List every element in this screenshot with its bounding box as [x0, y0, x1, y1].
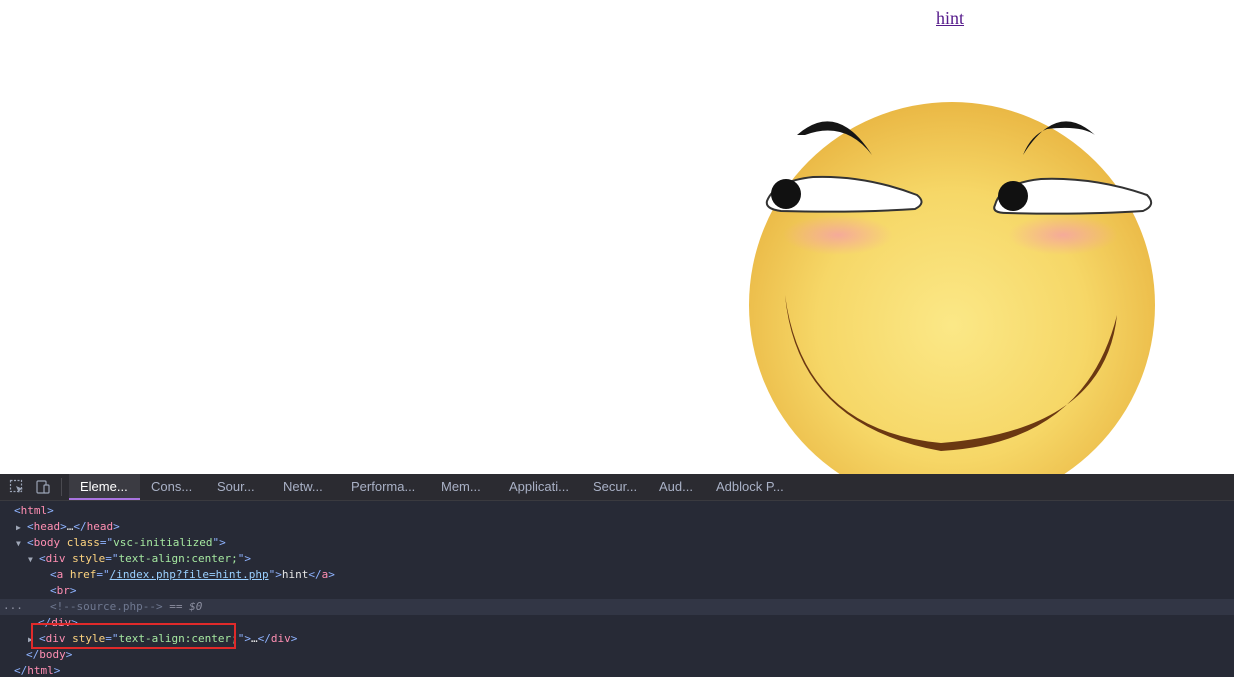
- red-highlight-box: [31, 623, 236, 649]
- tab-performance[interactable]: Performa...: [340, 474, 426, 500]
- tab-adblock[interactable]: Adblock P...: [705, 474, 795, 500]
- smiley-face-image: [749, 102, 1155, 474]
- expand-triangle-icon[interactable]: ▶: [16, 520, 27, 536]
- inspect-element-icon[interactable]: [8, 478, 26, 496]
- href-link[interactable]: /index.php?file=hint.php: [110, 568, 269, 581]
- page-viewport: hint: [0, 0, 1234, 474]
- tab-console[interactable]: Cons...: [140, 474, 203, 500]
- dom-node-html[interactable]: <html>: [0, 503, 1234, 519]
- tab-application[interactable]: Applicati...: [498, 474, 580, 500]
- dom-node-div[interactable]: ▼ <div style="text-align:center;">: [0, 551, 1234, 567]
- tab-network[interactable]: Netw...: [272, 474, 334, 500]
- dom-node-head[interactable]: ▶ <head>…</head>: [0, 519, 1234, 535]
- tab-elements[interactable]: Eleme...: [69, 474, 140, 500]
- dom-node-a[interactable]: <a href="/index.php?file=hint.php">hint<…: [0, 567, 1234, 583]
- devtools-toolbar: Eleme... Cons... Sour... Netw... Perform…: [0, 474, 1234, 501]
- collapse-triangle-icon[interactable]: ▼: [16, 536, 27, 552]
- tab-sources[interactable]: Sour...: [206, 474, 266, 500]
- dom-node-comment[interactable]: <!--source.php--> == $0: [0, 599, 1234, 615]
- dom-node-body[interactable]: ▼ <body class="vsc-initialized">: [0, 535, 1234, 551]
- tab-audits[interactable]: Aud...: [648, 474, 704, 500]
- toolbar-divider: [61, 478, 62, 496]
- node-actions-ellipsis[interactable]: ...: [3, 599, 23, 612]
- dom-tree: <html> ▶ <head>…</head> ▼ <body class="vsc…: [0, 501, 1234, 677]
- hint-link[interactable]: hint: [936, 8, 964, 29]
- left-pupil: [771, 179, 801, 209]
- tab-security[interactable]: Secur...: [582, 474, 648, 500]
- tab-memory[interactable]: Mem...: [430, 474, 492, 500]
- dom-node-br[interactable]: <br>: [0, 583, 1234, 599]
- right-pupil: [998, 181, 1028, 211]
- device-toolbar-icon[interactable]: [34, 478, 52, 496]
- dom-node-body-close[interactable]: </body>: [0, 647, 1234, 663]
- right-blush: [1008, 215, 1118, 255]
- face-circle: [749, 102, 1155, 474]
- devtools-panel: Eleme... Cons... Sour... Netw... Perform…: [0, 474, 1234, 677]
- left-blush: [783, 215, 893, 255]
- collapse-triangle-icon[interactable]: ▼: [28, 552, 39, 568]
